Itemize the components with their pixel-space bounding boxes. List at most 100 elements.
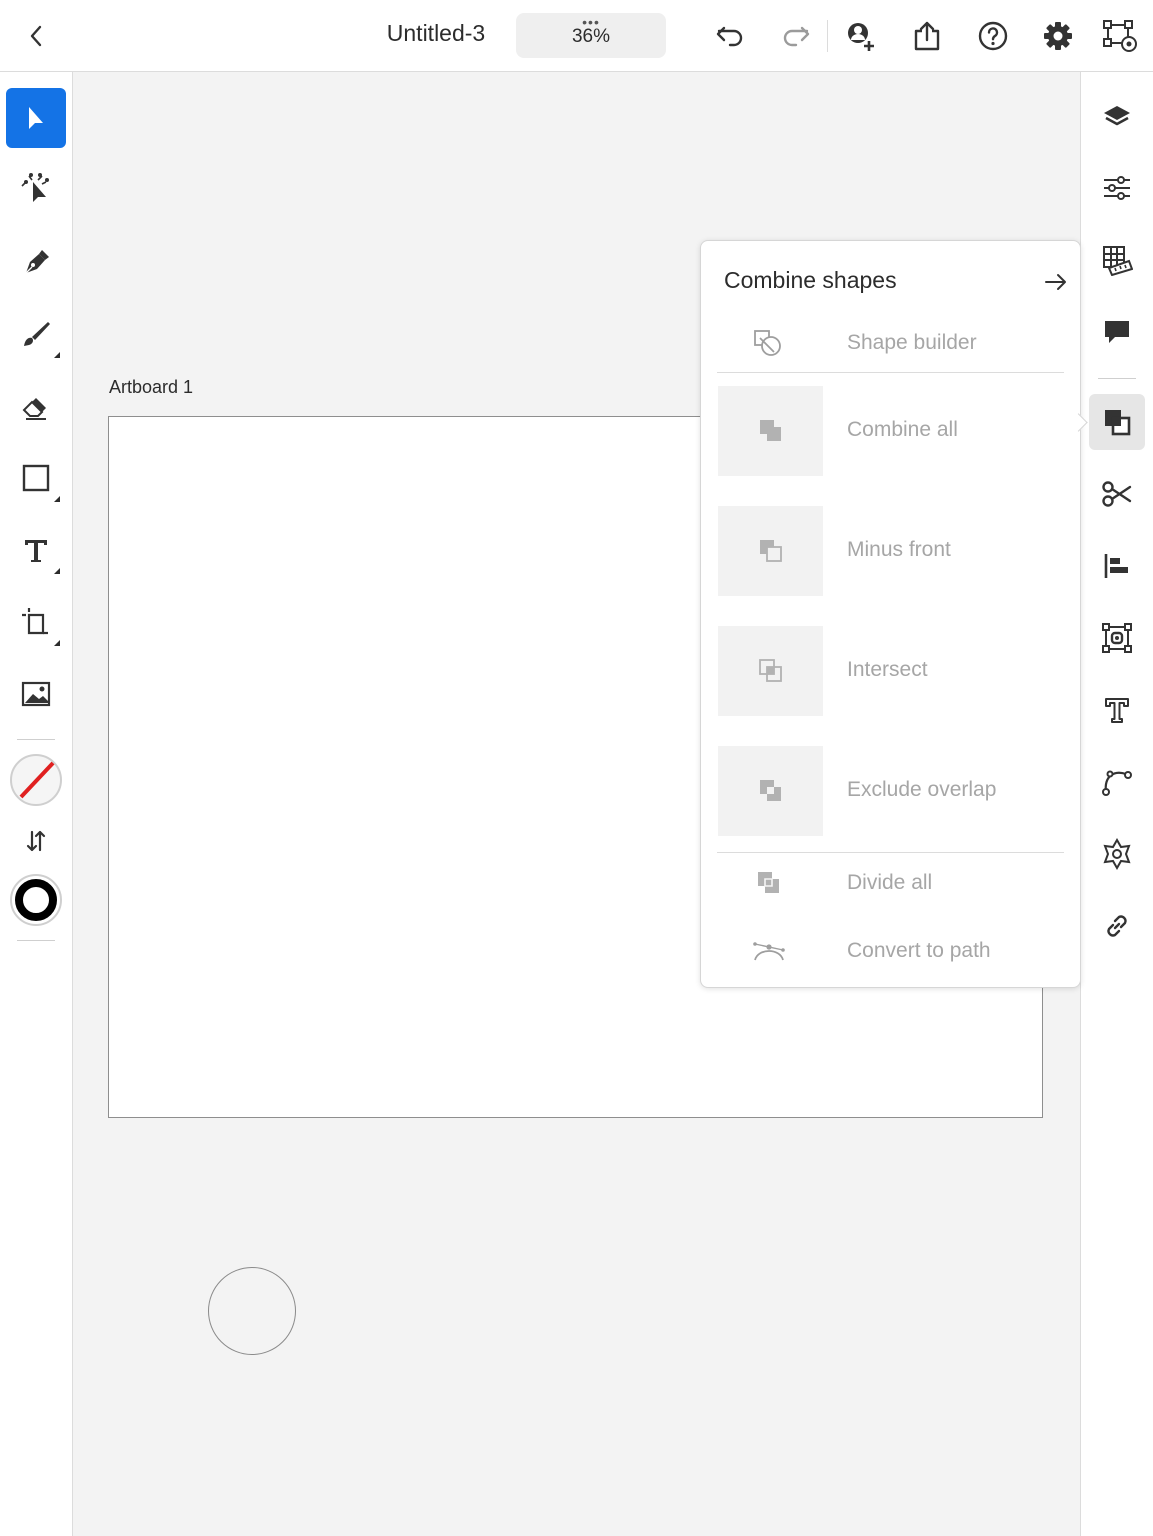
zoom-control[interactable]: ••• 36% <box>516 13 666 58</box>
panel-expand-button[interactable] <box>1041 267 1071 297</box>
divide-all-item[interactable]: Divide all <box>717 863 1064 903</box>
align-button[interactable] <box>1089 538 1145 594</box>
document-title[interactable]: Untitled-3 <box>370 20 502 47</box>
link-button[interactable] <box>1089 898 1145 954</box>
combine-all-item[interactable]: Combine all <box>717 386 1064 476</box>
redo-button[interactable] <box>774 0 818 71</box>
combine-all-tile <box>718 386 823 476</box>
undo-icon <box>714 24 746 48</box>
scissors-button[interactable] <box>1089 466 1145 522</box>
divide-all-icon <box>745 863 793 903</box>
grid-ruler-icon <box>1101 244 1133 276</box>
brush-icon <box>20 318 52 350</box>
convert-to-path-label: Convert to path <box>847 939 991 962</box>
sliders-icon <box>1102 173 1132 203</box>
image-icon <box>21 681 51 707</box>
divide-all-label: Divide all <box>847 871 933 894</box>
invite-button[interactable] <box>838 0 882 71</box>
minus-front-item[interactable]: Minus front <box>717 506 1064 596</box>
combine-all-label: Combine all <box>847 418 958 441</box>
direct-select-tool[interactable] <box>6 158 66 218</box>
pen-icon <box>21 247 51 277</box>
repeat-grid-button[interactable] <box>1089 610 1145 666</box>
share-icon <box>912 20 942 52</box>
toolbar-separator <box>1098 378 1136 379</box>
help-button[interactable] <box>971 0 1015 71</box>
stroke-ring-icon <box>10 874 62 926</box>
link-icon <box>1102 911 1132 941</box>
stroke-swatch[interactable] <box>9 873 63 927</box>
crop-tool[interactable] <box>6 592 66 652</box>
rectangle-icon <box>21 463 51 493</box>
undo-button[interactable] <box>708 0 752 71</box>
swap-icon <box>26 830 46 852</box>
text-icon <box>21 535 51 565</box>
topbar-divider <box>827 20 828 52</box>
settings-button[interactable] <box>1036 0 1080 71</box>
properties-button[interactable] <box>1089 160 1145 216</box>
panel-separator <box>717 852 1064 853</box>
path-button[interactable] <box>1089 754 1145 810</box>
pen-tool[interactable] <box>6 232 66 292</box>
brush-tool[interactable] <box>6 304 66 364</box>
combine-all-icon <box>759 420 781 441</box>
select-tool[interactable] <box>6 88 66 148</box>
more-shapes-indicator <box>54 496 60 502</box>
layers-button[interactable] <box>1089 89 1145 145</box>
right-toolbar <box>1080 72 1153 1536</box>
text-properties-button[interactable] <box>1089 682 1145 738</box>
circle-shape[interactable] <box>208 1267 296 1355</box>
panel-separator <box>717 372 1064 373</box>
convert-to-path-icon <box>745 931 793 971</box>
toolbar-separator <box>17 739 55 740</box>
panel-title: Combine shapes <box>724 267 897 293</box>
rectangle-tool[interactable] <box>6 448 66 508</box>
eraser-tool[interactable] <box>6 376 66 436</box>
direct-select-icon <box>18 170 54 206</box>
arrow-right-icon <box>1045 274 1066 290</box>
grids-button[interactable] <box>1089 232 1145 288</box>
star-shape-icon <box>1101 838 1133 870</box>
more-tools-indicator <box>54 352 60 358</box>
comment-icon <box>1102 317 1132 347</box>
redo-icon <box>780 24 812 48</box>
exclude-overlap-item[interactable]: Exclude overlap <box>717 746 1064 836</box>
intersect-item[interactable]: Intersect <box>717 626 1064 716</box>
help-icon <box>977 20 1009 52</box>
artboard-label[interactable]: Artboard 1 <box>109 377 193 398</box>
image-tool[interactable] <box>6 664 66 724</box>
convert-to-path-item[interactable]: Convert to path <box>717 931 1064 971</box>
artboard-preview-button[interactable] <box>1098 0 1142 71</box>
shape-button[interactable] <box>1089 826 1145 882</box>
minus-front-label: Minus front <box>847 538 951 561</box>
scissors-icon <box>1101 479 1133 509</box>
layers-icon <box>1102 102 1132 132</box>
shape-builder-label: Shape builder <box>847 331 977 354</box>
fill-swatch[interactable] <box>9 753 63 807</box>
shape-builder-item[interactable]: Shape builder <box>717 323 1064 363</box>
minus-front-tile <box>718 506 823 596</box>
combine-shapes-panel: Combine shapes Shape builder Combine all… <box>700 240 1081 988</box>
back-button[interactable] <box>16 0 56 71</box>
shape-builder-icon <box>745 323 793 363</box>
back-icon <box>28 24 44 48</box>
comments-button[interactable] <box>1089 304 1145 360</box>
intersect-icon <box>758 659 782 682</box>
artboard-preview-icon <box>1102 19 1138 53</box>
minus-front-icon <box>759 540 782 562</box>
more-crop-indicator <box>54 640 60 646</box>
eraser-icon <box>20 390 52 422</box>
intersect-label: Intersect <box>847 658 928 681</box>
combine-shapes-icon <box>1102 407 1132 437</box>
zoom-level: 36% <box>571 26 611 47</box>
left-toolbar <box>0 72 73 1536</box>
combine-shapes-button[interactable] <box>1089 394 1145 450</box>
path-curve-icon <box>1100 766 1134 798</box>
crop-icon <box>20 606 52 638</box>
invite-user-icon <box>843 19 877 53</box>
share-button[interactable] <box>905 0 949 71</box>
settings-icon <box>1042 20 1074 52</box>
text-tool[interactable] <box>6 520 66 580</box>
intersect-tile <box>718 626 823 716</box>
swap-fill-stroke-button[interactable] <box>21 826 51 856</box>
